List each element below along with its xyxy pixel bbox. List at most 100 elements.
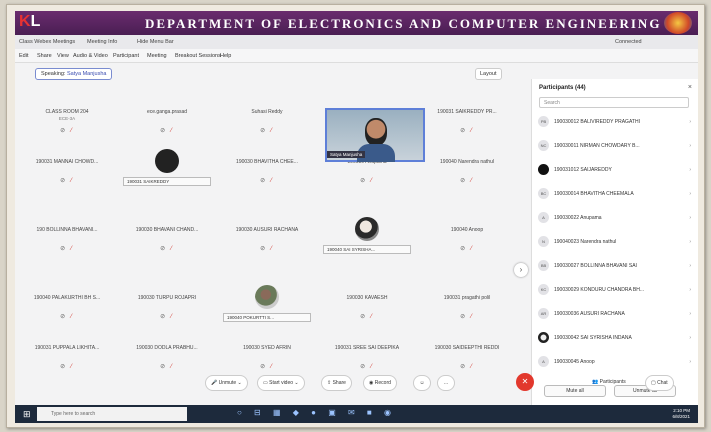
record-button[interactable]: ◉ Record	[363, 375, 397, 391]
taskbar-apps[interactable]: ○ ⊟ ▦ ◆ ● ▣ ✉ ■ ◉	[237, 408, 396, 417]
windows-start-icon[interactable]: ⊞	[23, 409, 31, 420]
participant-list-item[interactable]: BB 190030027 BOLLINNA BHAVANI SAI ›	[538, 257, 693, 275]
chevron-right-icon[interactable]: ›	[689, 335, 691, 341]
participant-list-item[interactable]: A 190030045 Anoop ›	[538, 353, 693, 371]
speaker-name: Satya Manjusha	[67, 71, 107, 77]
participant-list-item[interactable]: 190030042 SAI SYRISHA INDANA ›	[538, 329, 693, 347]
chat-button[interactable]: ▢ Chat	[645, 375, 674, 391]
participant-tile[interactable]: 190030 DODLA PRABHU... ⊘ ⁄	[123, 333, 211, 383]
mic-muted-icon: ⊘ ⁄	[160, 128, 174, 134]
participant-search-input[interactable]: Search	[539, 97, 689, 108]
participant-tile[interactable]: Suhasi Reddy ⊘ ⁄	[223, 97, 311, 147]
participant-name: ece.ganga.prasad	[146, 109, 188, 115]
menu-meeting[interactable]: Meeting	[147, 53, 167, 59]
unmute-button[interactable]: 🎤 Unmute ⌄	[205, 375, 248, 391]
next-page-arrow-icon[interactable]: ›	[514, 263, 528, 277]
participant-list-item[interactable]: A 190030022 Anupama ›	[538, 209, 693, 227]
leave-meeting-icon[interactable]: ✕	[516, 373, 534, 391]
participant-tile[interactable]: 190040 Anoop ⊘ ⁄	[423, 215, 511, 265]
menu-participant[interactable]: Participant	[113, 53, 139, 59]
chevron-right-icon[interactable]: ›	[689, 311, 691, 317]
menu-help[interactable]: Help	[220, 53, 231, 59]
participant-list-name: 190031012 SAIJAREDDY	[554, 167, 612, 173]
meeting-info-button[interactable]: Meeting Info	[87, 39, 117, 45]
participant-tile[interactable]: 190031 SAIKREDDY	[123, 147, 211, 197]
mic-muted-icon: ⊘ ⁄	[60, 364, 74, 370]
menu-view[interactable]: View	[57, 53, 69, 59]
chevron-right-icon[interactable]: ›	[689, 167, 691, 173]
menu-breakout[interactable]: Breakout Sessions	[175, 53, 221, 59]
windows-taskbar: ⊞ Type here to search ○ ⊟ ▦ ◆ ● ▣ ✉ ■ ◉ …	[15, 405, 698, 423]
taskbar-search-input[interactable]: Type here to search	[37, 407, 187, 421]
participant-tile[interactable]: 190040 Narendra nathul ⊘ ⁄	[423, 147, 511, 197]
chevron-right-icon[interactable]: ›	[689, 191, 691, 197]
participant-tile[interactable]: 190031 SAIKREDDY PR... ⊘ ⁄	[423, 97, 511, 147]
chevron-right-icon[interactable]: ›	[689, 215, 691, 221]
start-video-button[interactable]: ▭ Start video ⌄	[257, 375, 305, 391]
chevron-right-icon[interactable]: ›	[689, 239, 691, 245]
participant-list-item[interactable]: 190031012 SAIJAREDDY ›	[538, 161, 693, 179]
avatar: A	[538, 212, 549, 223]
participant-name: 190031 pragathi polil	[443, 295, 491, 301]
active-speaker-indicator: Speaking: Satya Manjusha	[35, 68, 113, 80]
participant-tile[interactable]: 190030 BHAVANI CHAND... ⊘ ⁄	[123, 215, 211, 265]
participant-list-item[interactable]: PB 190030012 BALIVIREDDY PRAGATHI ›	[538, 113, 693, 131]
participant-list-item[interactable]: N 190040023 Narendra nathul ›	[538, 233, 693, 251]
participant-tile[interactable]: 190030 AUSURI RACHANA ⊘ ⁄	[223, 215, 311, 265]
participant-name: 190030 AUSURI RACHANA	[235, 227, 299, 233]
avatar	[538, 332, 549, 343]
participant-tile[interactable]: 190031 pragathi polil ⊘ ⁄	[423, 283, 511, 333]
participant-tile[interactable]: 190030 TURPU ROJAPRI ⊘ ⁄	[123, 283, 211, 333]
participant-tile[interactable]: 190030 KAVAESH ⊘ ⁄	[323, 283, 411, 333]
participant-tile[interactable]: CLASS ROOM 204 ECE-3A ⊘ ⁄	[23, 97, 111, 147]
connection-status[interactable]: Connected	[615, 39, 642, 45]
participant-name: CLASS ROOM 204	[45, 109, 89, 115]
participant-tile[interactable]: 190040 SAI SYRISHA...	[323, 215, 411, 265]
mic-muted-icon: ⊘ ⁄	[60, 314, 74, 320]
participant-list-item[interactable]: AR 190030036 AUSURI RACHANA ›	[538, 305, 693, 323]
mic-muted-icon: ⊘ ⁄	[260, 246, 274, 252]
participant-tile[interactable]: ece.ganga.prasad ⊘ ⁄	[123, 97, 211, 147]
participant-tile[interactable]: 190031 MANNAI CHOWD... ⊘ ⁄	[23, 147, 111, 197]
mic-muted-icon: ⊘ ⁄	[460, 364, 474, 370]
active-video-tile[interactable]: Satya Manjusha	[325, 108, 425, 162]
mic-muted-icon: ⊘ ⁄	[60, 246, 74, 252]
menu-edit[interactable]: Edit	[19, 53, 28, 59]
system-clock[interactable]: 2:10 PM 6/8/2021	[672, 408, 690, 420]
chevron-right-icon[interactable]: ›	[689, 359, 691, 365]
participant-tile[interactable]: 190030 BHAVITHA CHEE... ⊘ ⁄	[223, 147, 311, 197]
hide-menu-bar-button[interactable]: Hide Menu Bar	[137, 39, 174, 45]
participants-toggle-button[interactable]: 👥 Participants	[587, 375, 631, 391]
avatar: A	[538, 356, 549, 367]
participant-subtitle: ECE-3A	[58, 116, 76, 121]
chevron-right-icon[interactable]: ›	[689, 143, 691, 149]
avatar	[538, 164, 549, 175]
participants-title: Participants (44)	[539, 85, 586, 91]
app-title: Class Webex Meetings	[19, 39, 76, 45]
share-button[interactable]: ⇪ Share	[321, 375, 352, 391]
layout-button[interactable]: Layout	[475, 68, 502, 80]
chevron-right-icon[interactable]: ›	[689, 263, 691, 269]
mic-muted-icon: ⊘ ⁄	[160, 364, 174, 370]
participant-tile[interactable]: 190 BOLLINNA BHAVANI... ⊘ ⁄	[23, 215, 111, 265]
avatar: KC	[538, 284, 549, 295]
participant-list-item[interactable]: KC 190030029 KONDURU CHANDRA BH... ›	[538, 281, 693, 299]
participant-name: 190040 SAI SYRISHA...	[323, 245, 411, 254]
participant-list-name: 190030011 NIRMAN CHOWDARY B...	[554, 143, 640, 149]
participant-list-item[interactable]: BC 190030014 BHAVITHA CHEEMALA ›	[538, 185, 693, 203]
menu-audio-video[interactable]: Audio & Video	[73, 53, 108, 59]
participant-name: 190031 SREE SAI DEEPIKA	[334, 345, 400, 351]
participant-tile[interactable]: 190040 POKURTTI S...	[223, 283, 311, 333]
participant-list-name: 190030027 BOLLINNA BHAVANI SAI	[554, 263, 637, 269]
close-icon[interactable]: ×	[688, 84, 692, 91]
participant-tile[interactable]: 190040 PALAKURTHI BH S... ⊘ ⁄	[23, 283, 111, 333]
menu-share[interactable]: Share	[37, 53, 52, 59]
participant-tile[interactable]: 190030 SAIDEEPTHI REDDI ⊘ ⁄	[423, 333, 511, 383]
more-options-icon[interactable]: …	[437, 375, 455, 391]
reactions-icon[interactable]: ☺	[413, 375, 431, 391]
chevron-right-icon[interactable]: ›	[689, 119, 691, 125]
chevron-right-icon[interactable]: ›	[689, 287, 691, 293]
participant-list-item[interactable]: NC 190030011 NIRMAN CHOWDARY B... ›	[538, 137, 693, 155]
participant-tile[interactable]: 190031 PUPPALA LIKHITA... ⊘ ⁄	[23, 333, 111, 383]
emblem-icon	[664, 12, 692, 34]
